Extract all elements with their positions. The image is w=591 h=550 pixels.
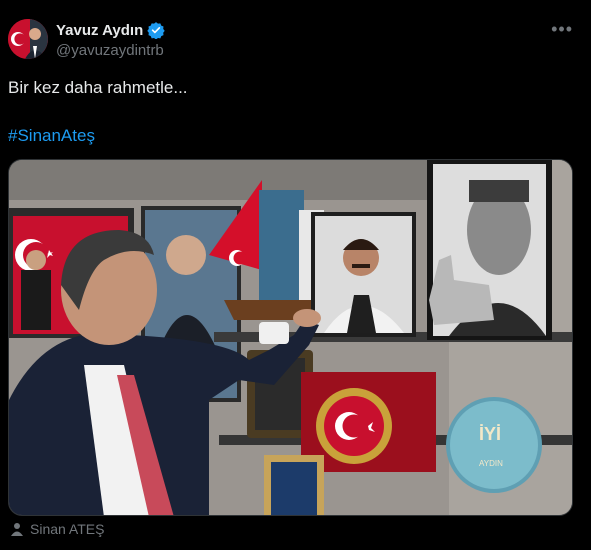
author-name-row[interactable]: Yavuz Aydın xyxy=(56,21,165,39)
tagged-people[interactable]: Sinan ATEŞ xyxy=(10,521,104,537)
handle[interactable]: @yavuzaydintrb xyxy=(56,42,164,59)
tagged-person-name[interactable]: Sinan ATEŞ xyxy=(30,521,104,537)
plaque-name: AYDIN xyxy=(479,459,503,468)
tweet-text: Bir kez daha rahmetle... xyxy=(8,78,188,97)
plaque-text: İYİ xyxy=(479,424,501,444)
verified-badge-icon xyxy=(147,22,165,39)
person-icon xyxy=(11,523,23,536)
tweet-photo[interactable]: İYİ AYDIN xyxy=(8,159,573,516)
more-horizontal-icon[interactable]: ••• xyxy=(551,20,573,38)
hashtag-link[interactable]: #SinanAteş xyxy=(8,126,95,146)
avatar[interactable] xyxy=(8,19,48,59)
display-name[interactable]: Yavuz Aydın xyxy=(56,22,143,39)
